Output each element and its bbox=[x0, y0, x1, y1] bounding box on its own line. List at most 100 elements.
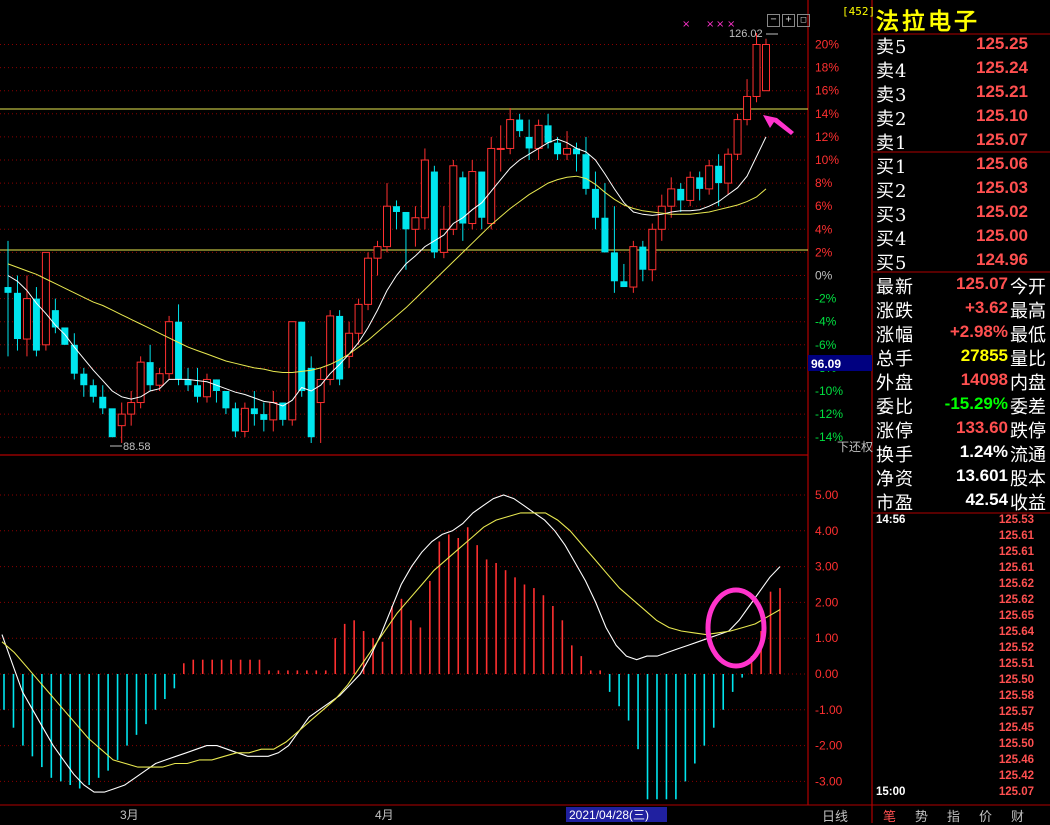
stat-row[interactable]: 净资 13.601 股本 bbox=[873, 464, 1050, 490]
stat-row[interactable]: 换手 1.24% 流通 bbox=[873, 440, 1050, 466]
candle-body[interactable] bbox=[478, 171, 486, 218]
stat-row[interactable]: 涨幅 +2.98% 最低 bbox=[873, 320, 1050, 346]
ask-row[interactable]: 卖2 125.10 bbox=[873, 104, 1050, 130]
candle-body[interactable] bbox=[336, 315, 344, 380]
tick-row[interactable]: 125.46 bbox=[873, 754, 1050, 770]
candle-body[interactable] bbox=[743, 95, 752, 121]
candle-body[interactable] bbox=[61, 327, 69, 345]
candle-body[interactable] bbox=[459, 177, 467, 224]
candle-body[interactable] bbox=[629, 246, 638, 288]
bottom-tab[interactable]: 势 bbox=[907, 806, 936, 825]
tick-row[interactable]: 125.50 bbox=[873, 738, 1050, 754]
tick-row[interactable]: 125.52 bbox=[873, 642, 1050, 658]
candle-body[interactable] bbox=[420, 159, 429, 219]
candle-body[interactable] bbox=[4, 287, 12, 293]
candle-body[interactable] bbox=[591, 188, 599, 218]
bid-row[interactable]: 买5 124.96 bbox=[873, 248, 1050, 274]
candle-body[interactable] bbox=[146, 362, 154, 386]
candle-body[interactable] bbox=[127, 402, 136, 415]
tick-row[interactable]: 125.42 bbox=[873, 770, 1050, 786]
candle-body[interactable] bbox=[762, 44, 770, 92]
candle-body[interactable] bbox=[364, 257, 373, 305]
candle-body[interactable] bbox=[516, 119, 524, 132]
ask-row[interactable]: 卖4 125.24 bbox=[873, 56, 1050, 82]
candle-body[interactable] bbox=[601, 217, 609, 253]
candle-body[interactable] bbox=[326, 315, 335, 380]
stat-row[interactable]: 涨停 133.60 跌停 bbox=[873, 416, 1050, 442]
candle-body[interactable] bbox=[525, 136, 533, 149]
candle-body[interactable] bbox=[686, 176, 695, 201]
stat-row[interactable]: 外盘 14098 内盘 bbox=[873, 368, 1050, 394]
tick-row[interactable]: 125.51 bbox=[873, 658, 1050, 674]
candle-body[interactable] bbox=[99, 396, 107, 409]
candle-body[interactable] bbox=[117, 413, 126, 427]
candle-body[interactable] bbox=[657, 205, 666, 230]
candle-body[interactable] bbox=[307, 367, 315, 438]
tick-row[interactable]: 15:00 125.07 bbox=[873, 786, 1050, 802]
macd-panel[interactable] bbox=[1, 494, 781, 800]
candle-body[interactable] bbox=[184, 379, 192, 386]
maximize-button[interactable]: + bbox=[782, 14, 795, 27]
tick-row[interactable]: 125.64 bbox=[873, 626, 1050, 642]
candle-body[interactable] bbox=[108, 408, 116, 438]
candle-body[interactable] bbox=[155, 373, 164, 386]
period-label[interactable]: 日线 bbox=[822, 806, 848, 825]
candle-body[interactable] bbox=[269, 402, 278, 421]
stat-row[interactable]: 最新 125.07 今开 bbox=[873, 272, 1050, 298]
tick-row[interactable]: 125.62 bbox=[873, 578, 1050, 594]
bottom-tab[interactable]: 笔 bbox=[875, 806, 904, 825]
candle-body[interactable] bbox=[705, 165, 714, 190]
ask-row[interactable]: 卖3 125.21 bbox=[873, 80, 1050, 106]
candle-body[interactable] bbox=[250, 408, 258, 415]
tick-row[interactable]: 125.45 bbox=[873, 722, 1050, 738]
stat-row[interactable]: 市盈 42.54 收益 bbox=[873, 488, 1050, 514]
candle-body[interactable] bbox=[22, 298, 31, 340]
candle-body[interactable] bbox=[534, 124, 543, 149]
candle-body[interactable] bbox=[165, 321, 174, 375]
tick-row[interactable]: 125.61 bbox=[873, 530, 1050, 546]
candle-body[interactable] bbox=[449, 165, 458, 230]
ask-row[interactable]: 卖1 125.07 bbox=[873, 128, 1050, 154]
candle-body[interactable] bbox=[373, 246, 382, 259]
candle-body[interactable] bbox=[354, 303, 363, 334]
bottom-tab[interactable]: 财 bbox=[1003, 806, 1032, 825]
candle-body[interactable] bbox=[468, 171, 477, 225]
candle-body[interactable] bbox=[80, 373, 88, 386]
candle-body[interactable] bbox=[383, 205, 391, 248]
candle-body[interactable] bbox=[496, 147, 505, 150]
candle-body[interactable] bbox=[402, 211, 410, 230]
candle-body[interactable] bbox=[89, 385, 97, 397]
ask-row[interactable]: 卖5 125.25 bbox=[873, 32, 1050, 58]
candle-body[interactable] bbox=[554, 142, 562, 155]
candle-body[interactable] bbox=[752, 44, 761, 97]
candle-body[interactable] bbox=[392, 206, 400, 212]
candle-body[interactable] bbox=[696, 177, 704, 189]
tick-row[interactable]: 125.61 bbox=[873, 546, 1050, 562]
tick-row[interactable]: 125.50 bbox=[873, 674, 1050, 690]
candle-body[interactable] bbox=[582, 154, 590, 189]
candlestick-series[interactable] bbox=[4, 32, 770, 443]
candle-body[interactable] bbox=[260, 414, 268, 420]
candle-body[interactable] bbox=[487, 147, 496, 225]
candle-body[interactable] bbox=[345, 332, 354, 357]
stat-row[interactable]: 委比 -15.29% 委差 bbox=[873, 392, 1050, 418]
candle-body[interactable] bbox=[240, 407, 249, 432]
candle-body[interactable] bbox=[222, 391, 230, 409]
tick-row[interactable]: 14:56 125.53 bbox=[873, 514, 1050, 530]
stat-row[interactable]: 总手 27855 量比 bbox=[873, 344, 1050, 370]
candle-body[interactable] bbox=[724, 153, 733, 184]
tick-row[interactable]: 125.65 bbox=[873, 610, 1050, 626]
bottom-tab[interactable]: 价 bbox=[971, 806, 1000, 825]
candle-body[interactable] bbox=[733, 119, 742, 155]
candle-body[interactable] bbox=[41, 251, 50, 346]
candle-body[interactable] bbox=[231, 408, 239, 432]
candle-body[interactable] bbox=[288, 321, 297, 421]
candle-body[interactable] bbox=[70, 344, 78, 374]
candle-body[interactable] bbox=[677, 188, 685, 201]
candle-body[interactable] bbox=[648, 228, 657, 271]
tick-row[interactable]: 125.57 bbox=[873, 706, 1050, 722]
bid-row[interactable]: 买3 125.02 bbox=[873, 200, 1050, 226]
minimize-button[interactable]: − bbox=[767, 14, 780, 27]
candle-body[interactable] bbox=[194, 385, 201, 397]
candle-body[interactable] bbox=[175, 321, 183, 380]
